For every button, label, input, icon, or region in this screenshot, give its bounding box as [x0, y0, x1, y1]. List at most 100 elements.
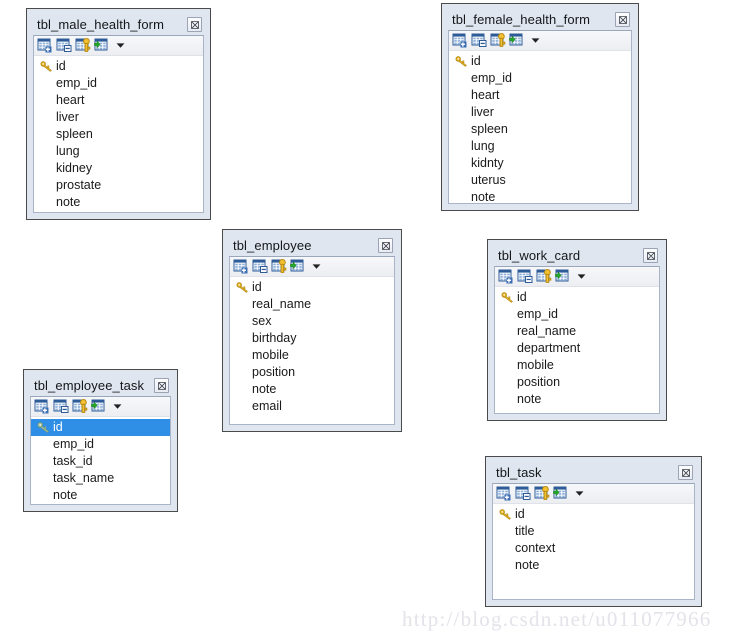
column-row[interactable]: emp_id [31, 436, 170, 453]
edit-table-icon[interactable] [515, 486, 531, 501]
column-row[interactable]: heart [34, 92, 203, 109]
edit-table-icon[interactable] [56, 38, 72, 53]
edit-table-icon[interactable] [517, 269, 533, 284]
close-icon[interactable] [615, 12, 630, 27]
column-indent-spacer [497, 393, 517, 407]
column-row[interactable]: lung [34, 143, 203, 160]
close-icon[interactable] [678, 465, 693, 480]
table-titlebar[interactable]: tbl_employee_task [30, 375, 171, 396]
column-row[interactable]: email [230, 398, 394, 415]
column-row[interactable]: note [34, 194, 203, 211]
primary-key-icon[interactable] [271, 259, 287, 274]
column-row[interactable]: uterus [449, 172, 631, 189]
column-row[interactable]: department [495, 340, 659, 357]
close-icon[interactable] [154, 378, 169, 393]
column-row[interactable]: real_name [230, 296, 394, 313]
column-row[interactable]: real_name [495, 323, 659, 340]
column-row[interactable]: title [493, 523, 694, 540]
add-column-icon[interactable] [555, 269, 571, 284]
new-table-icon[interactable] [233, 259, 249, 274]
column-row[interactable]: prostate [34, 177, 203, 194]
table-titlebar[interactable]: tbl_task [492, 462, 695, 483]
column-name-label: id [56, 59, 66, 74]
dropdown-arrow-icon[interactable] [573, 487, 585, 501]
column-row[interactable]: emp_id [495, 306, 659, 323]
column-row[interactable]: task_id [31, 453, 170, 470]
new-table-icon[interactable] [496, 486, 512, 501]
edit-table-icon[interactable] [471, 33, 487, 48]
new-table-icon[interactable] [34, 399, 50, 414]
add-column-icon[interactable] [553, 486, 569, 501]
column-row[interactable]: id [34, 58, 203, 75]
add-column-icon[interactable] [94, 38, 110, 53]
column-row[interactable]: id [31, 419, 170, 436]
table-panel-tbl_employee[interactable]: tbl_employeeid real_name sex birthday mobile… [222, 229, 402, 432]
add-column-icon[interactable] [290, 259, 306, 274]
table-panel-tbl_female_health_form[interactable]: tbl_female_health_form id emp_id heart liver… [441, 3, 639, 211]
column-row[interactable]: liver [449, 104, 631, 121]
column-name-label: prostate [56, 178, 102, 193]
table-titlebar[interactable]: tbl_work_card [494, 245, 660, 266]
column-row[interactable]: mobile [495, 357, 659, 374]
column-row[interactable]: emp_id [34, 75, 203, 92]
column-row[interactable]: id [449, 53, 631, 70]
dropdown-arrow-icon[interactable] [114, 39, 126, 53]
table-body: id emp_id heart liver spleen lung kidnty uterus… [448, 30, 632, 204]
edit-table-icon[interactable] [53, 399, 69, 414]
table-panel-tbl_work_card[interactable]: tbl_work_cardid emp_id real_name department… [487, 239, 667, 421]
dropdown-arrow-icon[interactable] [575, 270, 587, 284]
column-row[interactable]: lung [449, 138, 631, 155]
edit-table-icon[interactable] [252, 259, 268, 274]
table-titlebar[interactable]: tbl_female_health_form [448, 9, 632, 30]
column-row[interactable]: liver [34, 109, 203, 126]
close-icon[interactable] [187, 17, 202, 32]
close-icon[interactable] [378, 238, 393, 253]
column-row[interactable]: context [493, 540, 694, 557]
primary-key-icon[interactable] [72, 399, 88, 414]
new-table-icon[interactable] [498, 269, 514, 284]
primary-key-icon[interactable] [490, 33, 506, 48]
new-table-icon[interactable] [37, 38, 53, 53]
dropdown-arrow-icon[interactable] [529, 34, 541, 48]
column-row[interactable]: id [230, 279, 394, 296]
table-panel-tbl_employee_task[interactable]: tbl_employee_taskid emp_id task_id task_nam… [23, 369, 178, 512]
primary-key-icon[interactable] [536, 269, 552, 284]
column-row[interactable]: position [495, 374, 659, 391]
column-indent-spacer [451, 191, 471, 205]
column-indent-spacer [36, 196, 56, 210]
table-panel-tbl_task[interactable]: tbl_taskid title context note [485, 456, 702, 607]
column-row[interactable]: note [230, 381, 394, 398]
column-row[interactable]: spleen [449, 121, 631, 138]
column-row[interactable]: note [493, 557, 694, 574]
table-panel-tbl_male_health_form[interactable]: tbl_male_health_formid emp_id heart liver sp… [26, 8, 211, 220]
column-row[interactable]: kidnty [449, 155, 631, 172]
column-name-label: real_name [252, 297, 312, 312]
column-row[interactable]: id [493, 506, 694, 523]
column-row[interactable]: mobile [230, 347, 394, 364]
column-row[interactable]: emp_id [449, 70, 631, 87]
add-column-icon[interactable] [509, 33, 525, 48]
column-row[interactable]: id [495, 289, 659, 306]
primary-key-icon[interactable] [534, 486, 550, 501]
column-row[interactable]: position [230, 364, 394, 381]
column-row[interactable]: note [449, 189, 631, 206]
dropdown-arrow-icon[interactable] [310, 260, 322, 274]
column-name-label: id [53, 420, 63, 435]
column-name-label: birthday [252, 331, 297, 346]
column-row[interactable]: sex [230, 313, 394, 330]
column-row[interactable]: birthday [230, 330, 394, 347]
new-table-icon[interactable] [452, 33, 468, 48]
column-row[interactable]: heart [449, 87, 631, 104]
column-row[interactable]: note [495, 391, 659, 408]
dropdown-arrow-icon[interactable] [111, 400, 123, 414]
column-name-label: note [53, 488, 78, 503]
add-column-icon[interactable] [91, 399, 107, 414]
column-row[interactable]: task_name [31, 470, 170, 487]
column-row[interactable]: note [31, 487, 170, 504]
close-icon[interactable] [643, 248, 658, 263]
column-row[interactable]: kidney [34, 160, 203, 177]
column-row[interactable]: spleen [34, 126, 203, 143]
primary-key-icon[interactable] [75, 38, 91, 53]
table-titlebar[interactable]: tbl_employee [229, 235, 395, 256]
table-titlebar[interactable]: tbl_male_health_form [33, 14, 204, 35]
